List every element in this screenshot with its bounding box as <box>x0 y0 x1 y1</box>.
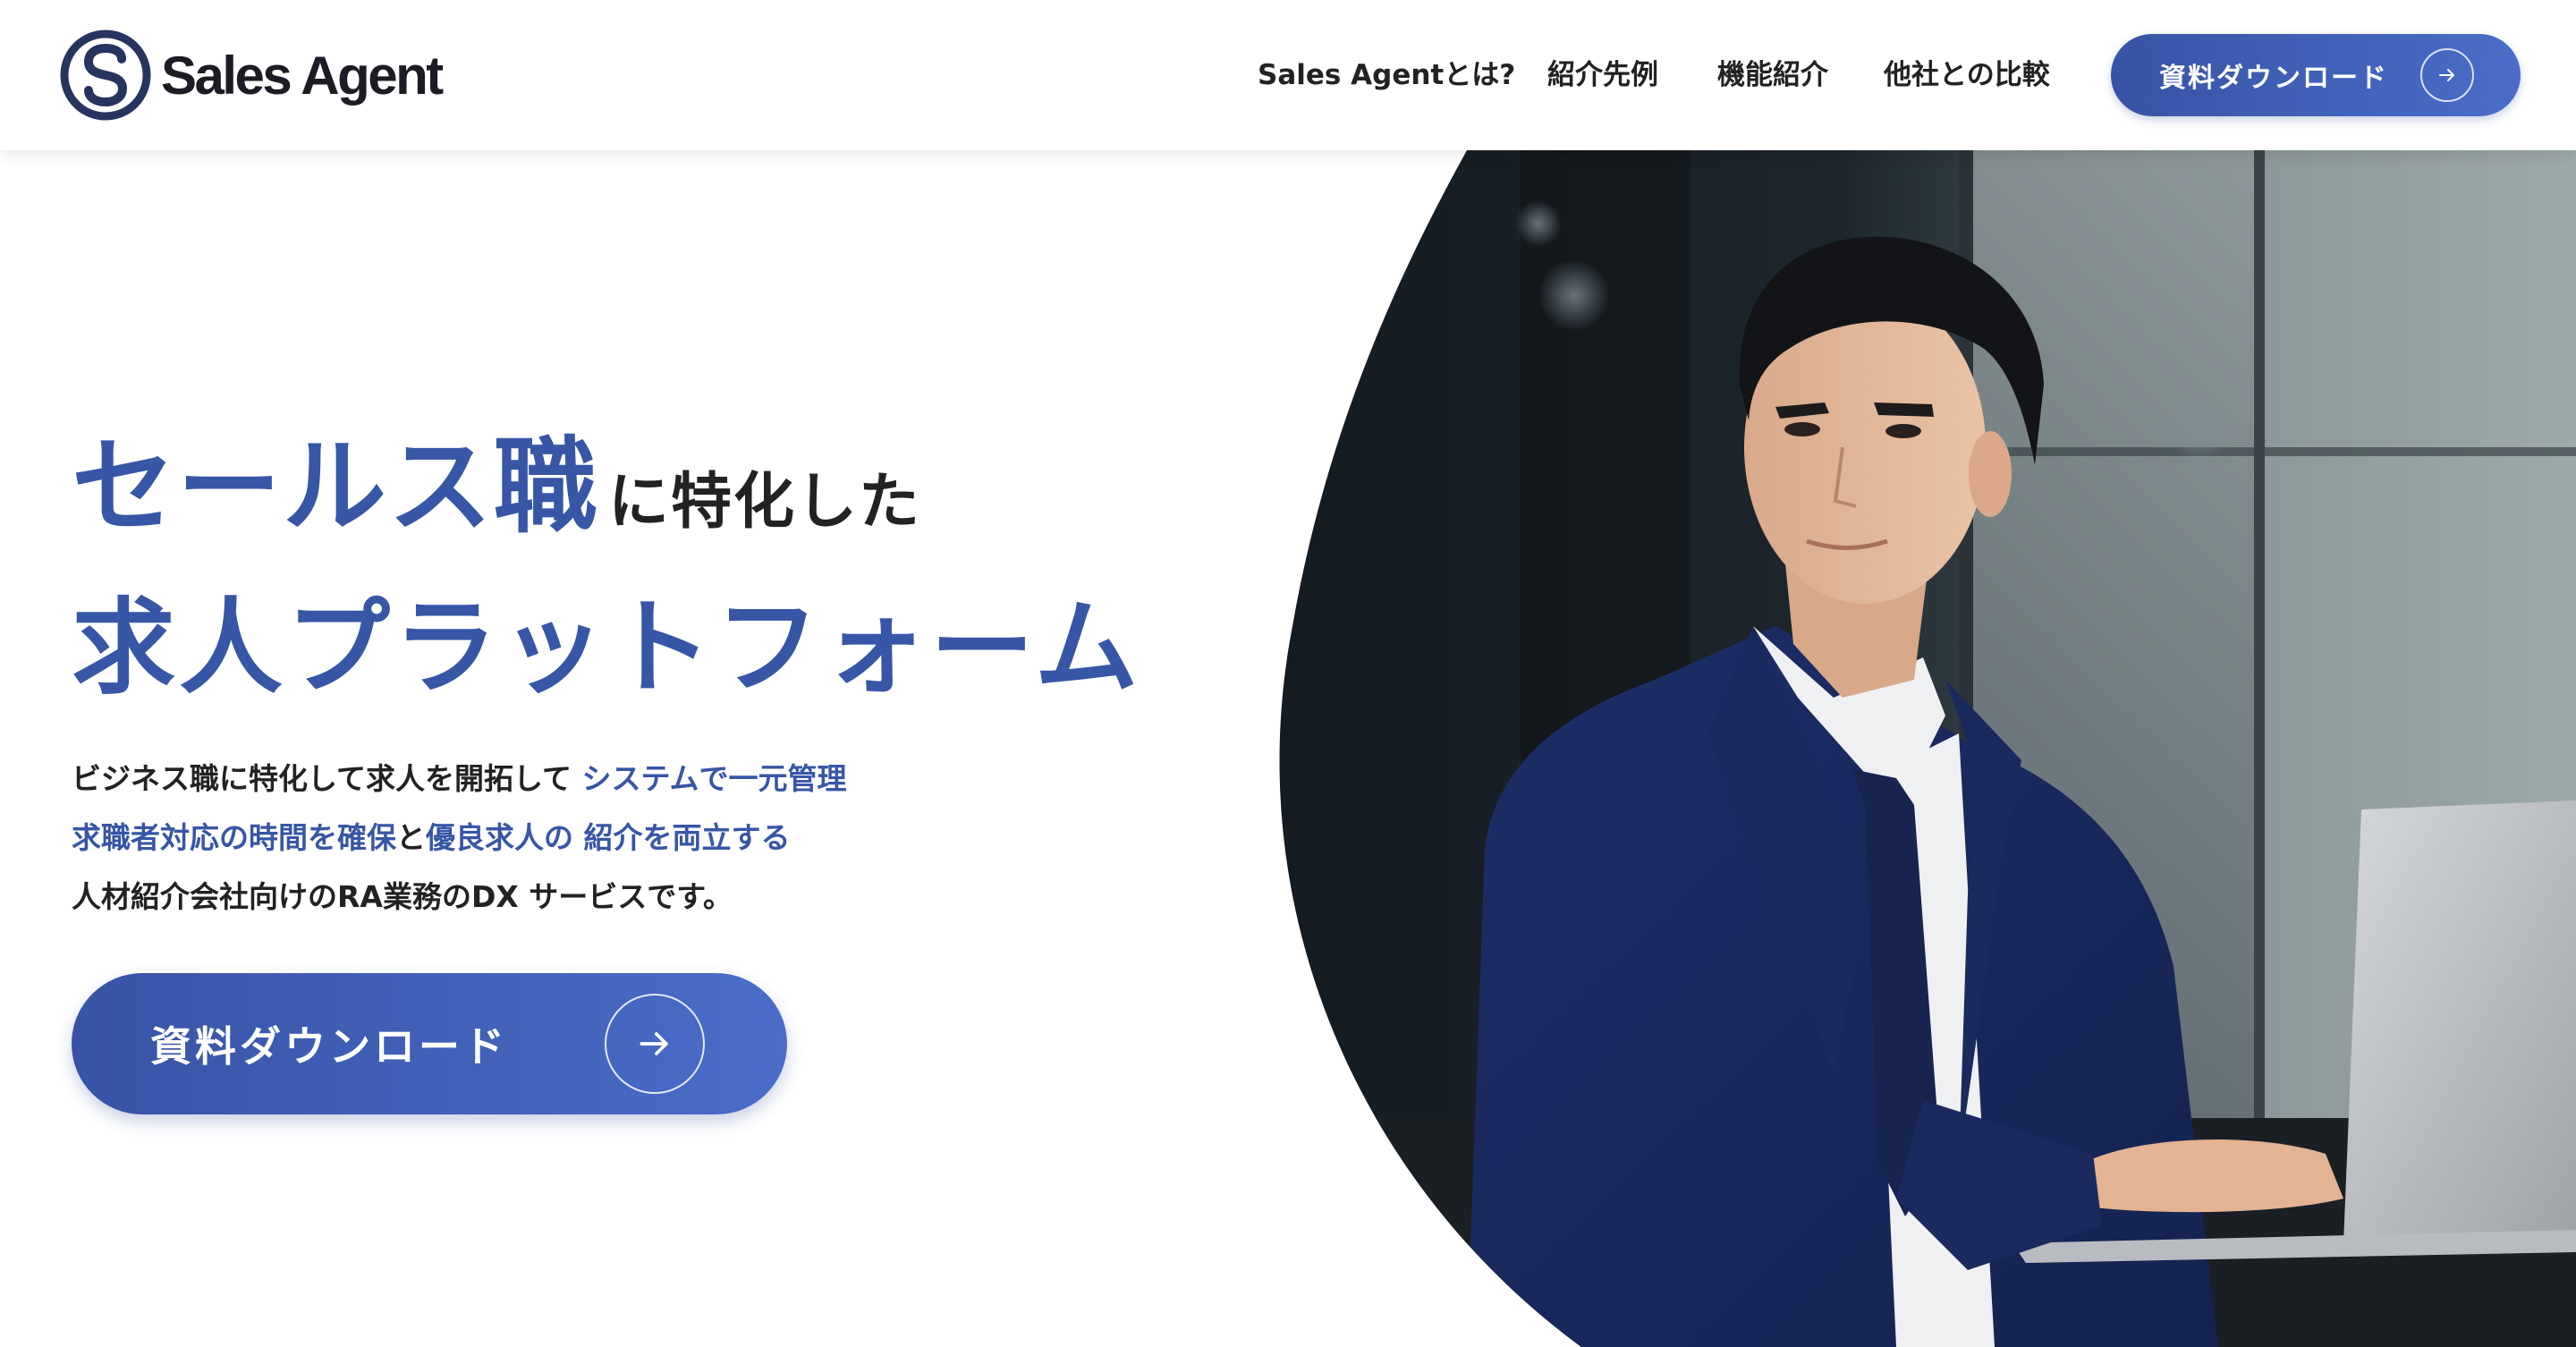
header-download-button[interactable]: 資料ダウンロード <box>2111 34 2521 116</box>
headline-accent: セールス職 <box>72 427 599 547</box>
description-highlight: システムで一元管理 <box>581 761 847 796</box>
nav-item-features[interactable]: 機能紹介 <box>1717 55 1828 95</box>
nav-item-cases[interactable]: 紹介先例 <box>1547 55 1658 95</box>
nav-item-comparison[interactable]: 他社との比較 <box>1884 55 2050 95</box>
arrow-right-icon <box>2420 48 2474 102</box>
hero-download-button[interactable]: 資料ダウンロード <box>72 973 787 1114</box>
nav-item-about[interactable]: Sales Agentとは? <box>1258 55 1515 95</box>
description-line-1: ビジネス職に特化して求人を開拓して システムで一元管理 <box>72 750 847 809</box>
description-highlight: 求職者対応の時間を確保 <box>72 820 396 855</box>
hero-headline-line2: 求人プラットフォーム <box>72 588 1142 708</box>
arrow-right-icon <box>605 994 705 1094</box>
hero-headline-line1: セールス職 に特化した <box>72 402 921 553</box>
description-text: と <box>396 820 426 855</box>
description-line-2: 求職者対応の時間を確保と優良求人の 紹介を両立する <box>72 809 847 868</box>
headline-suffix: に特化した <box>608 467 922 538</box>
description-text: ビジネス職に特化して求人を開拓して <box>72 761 572 796</box>
hero-download-label: 資料ダウンロード <box>150 1022 508 1071</box>
hero-description: ビジネス職に特化して求人を開拓して システムで一元管理 求職者対応の時間を確保と… <box>72 750 847 927</box>
description-line-3: 人材紹介会社向けのRA業務のDX サービスです。 <box>72 879 733 914</box>
description-highlight: 優良求人の 紹介を両立する <box>426 820 791 855</box>
header-download-label: 資料ダウンロード <box>2159 63 2388 94</box>
site-header: Sales Agent Sales Agentとは? 紹介先例 機能紹介 他社と… <box>0 0 2576 150</box>
